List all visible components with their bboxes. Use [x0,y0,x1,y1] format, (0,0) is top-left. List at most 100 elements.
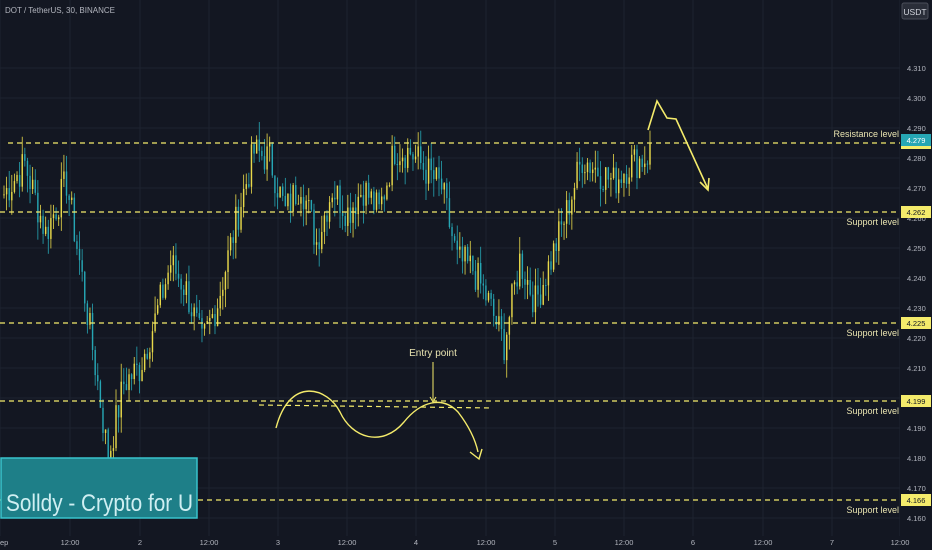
candle-body [347,207,349,226]
y-tick-label: 4.290 [907,124,926,133]
candle-body [550,261,552,270]
candle-body [383,196,386,200]
watermark-text: Solldy - Crypto for U [6,490,193,517]
candle-body [388,185,391,187]
candle-body [151,331,154,353]
candle-body [477,262,479,290]
candle-body [196,307,198,314]
y-tick-label: 4.180 [907,454,926,463]
candle-body [597,167,599,177]
candle-body [524,278,526,285]
candle-body [503,329,505,361]
candle-body [529,280,531,295]
level-price-label: 4.166 [907,496,926,505]
candle-body [229,237,232,251]
candle-body [71,197,73,201]
symbol-title: DOT / TetherUS, 30, BINANCE [5,6,115,15]
candle-body [318,242,320,250]
candle-body [47,226,49,239]
candle-body [313,209,315,245]
candle-body [97,375,99,382]
candle-body [386,185,388,200]
candle-body [545,284,547,286]
candle-body [623,173,625,183]
candle-body [373,191,375,210]
candle-body [610,178,612,180]
candle-body [39,215,42,223]
candle-body [302,197,305,210]
candle-body [563,223,565,225]
candle-body [547,261,550,286]
candle-body [412,154,414,160]
candle-body [367,182,370,198]
candle-body [94,349,96,376]
candle-body [245,184,247,189]
candle-body [612,167,615,179]
candle-body [162,284,164,298]
candle-body [469,255,471,262]
candle-body [573,187,576,200]
candle-body [21,154,23,187]
candle-body [16,175,18,182]
candle-body [602,189,604,191]
candle-body [625,173,628,184]
candle-body [399,161,401,166]
candle-body [552,243,555,270]
candle-body [295,185,297,204]
candle-body [464,246,466,262]
y-tick-label: 4.310 [907,64,926,73]
candle-body [516,282,518,287]
candle-body [440,178,443,190]
candle-body [91,313,94,350]
price-axis[interactable]: 4.3104.3004.2904.2804.2704.2604.2504.240… [900,0,932,550]
candle-body [636,149,638,178]
candle-body [232,237,234,243]
candle-body [55,214,57,220]
candle-body [459,246,461,250]
candle-body [378,192,380,205]
candle-body [141,369,143,382]
candle-body [407,147,409,168]
candle-body [242,188,245,208]
y-tick-label: 4.240 [907,274,926,283]
candle-body [479,262,482,284]
candle-body [615,167,617,194]
candle-body [357,196,359,215]
candle-body [448,198,451,228]
current-price-label: 4.279 [907,136,926,145]
entry-point-label: Entry point [409,348,457,359]
level-name-label: Support level [846,217,899,227]
candle-body [352,207,354,223]
candle-body [13,181,16,192]
candle-body [420,146,422,163]
candle-body [211,314,214,318]
candle-body [404,157,406,168]
candle-body [42,215,44,234]
candle-body [323,215,326,232]
candle-body [451,227,453,237]
level-price-label: 4.262 [907,208,926,217]
candle-body [209,317,211,322]
candle-body [227,250,229,273]
candle-body [104,429,107,433]
candle-body [143,353,146,370]
currency-label: USDT [903,7,926,17]
candle-body [607,167,610,180]
candle-body [427,158,430,184]
candle-body [274,175,276,194]
candle-body [628,177,630,184]
candle-body [219,295,221,309]
candle-body [433,170,435,180]
candle-body [539,294,542,305]
candle-body [631,154,633,178]
candle-body [81,260,83,272]
candle-body [414,156,417,160]
candle-body [472,255,474,272]
candle-body [120,381,122,418]
candle-body [128,374,130,391]
y-tick-label: 4.190 [907,424,926,433]
x-tick-label: 12:00 [891,538,910,547]
candle-body [506,334,508,361]
y-tick-label: 4.230 [907,304,926,313]
x-tick-label: 12:00 [338,538,357,547]
